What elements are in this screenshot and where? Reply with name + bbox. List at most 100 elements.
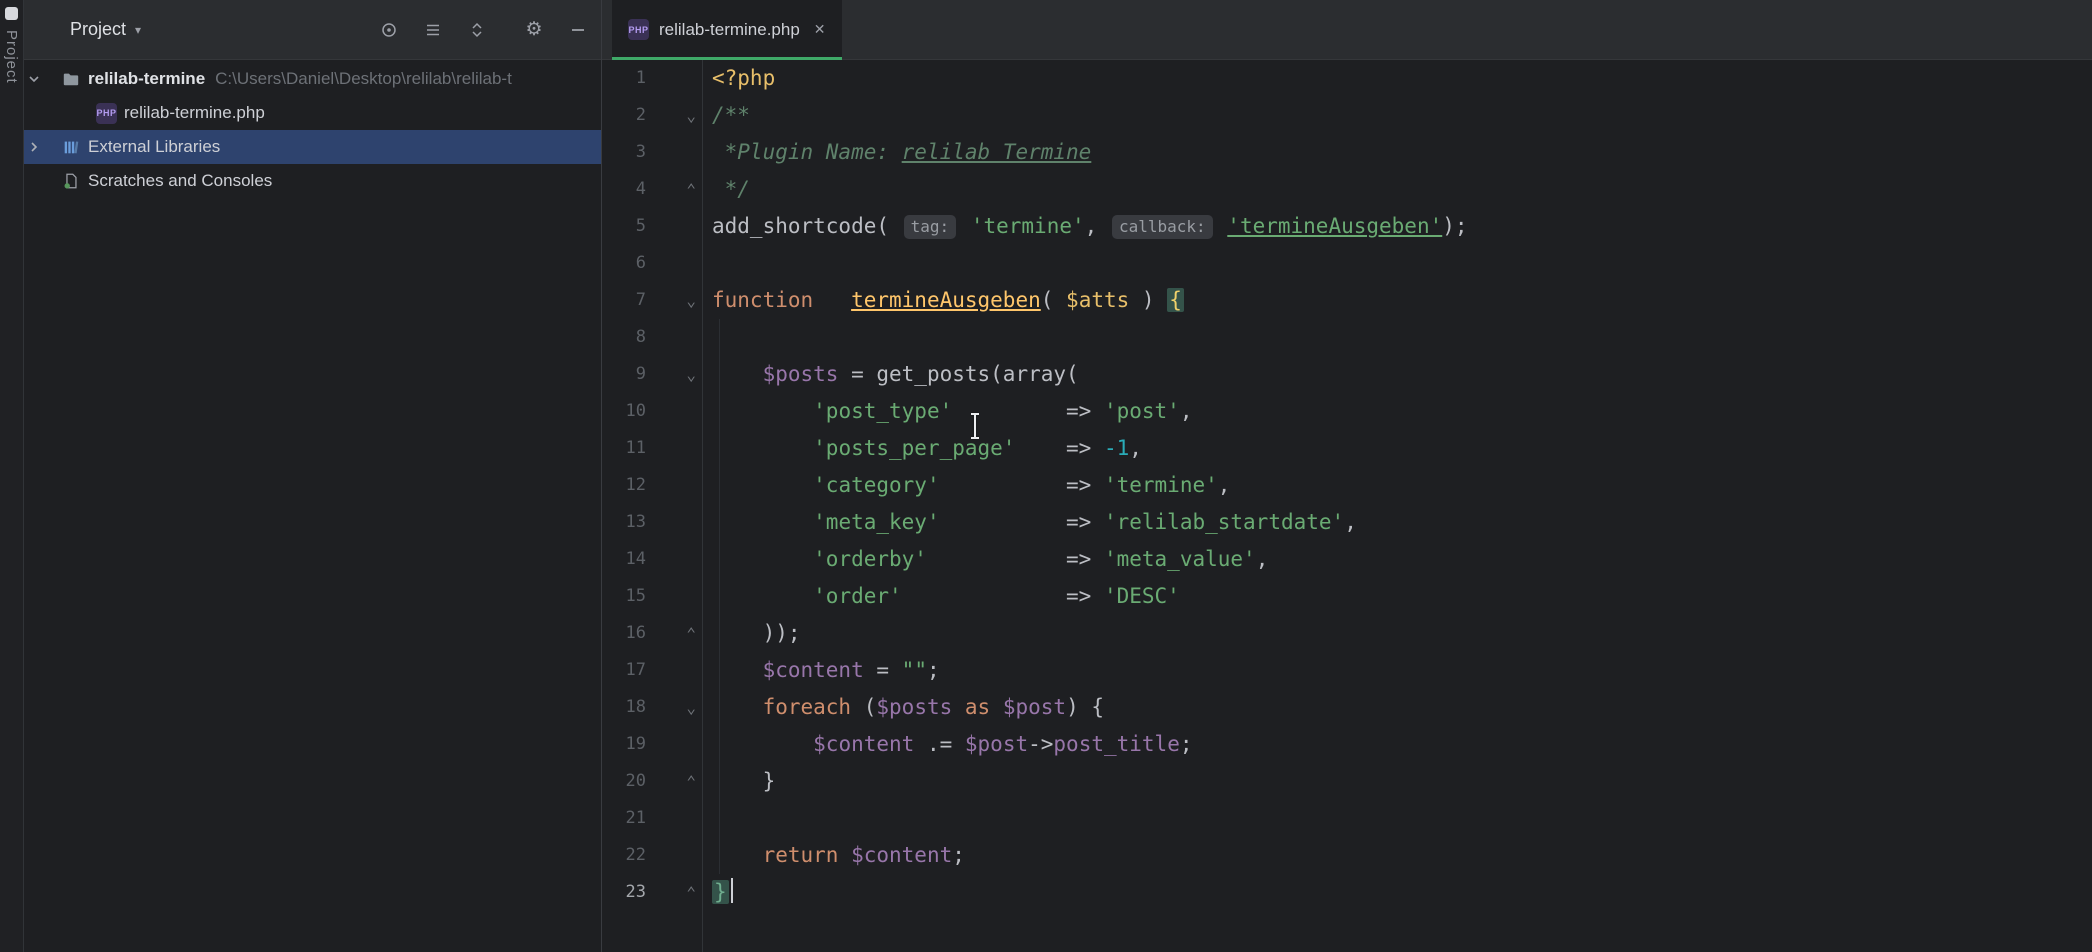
code-editor[interactable]: 1<?php2⌄/**3 *Plugin Name: relilab Termi… (602, 60, 2092, 952)
line-number[interactable]: 22 (602, 837, 646, 874)
code-token: = get_posts(array( (838, 362, 1078, 386)
code-line[interactable]: 17 $content = ""; (602, 652, 2092, 689)
line-number[interactable]: 15 (602, 578, 646, 615)
code-token: => (952, 399, 1104, 423)
line-number[interactable]: 2 (602, 97, 646, 134)
code-line[interactable]: 16⌃ )); (602, 615, 2092, 652)
code-line[interactable]: 14 'orderby' => 'meta_value', (602, 541, 2092, 578)
code-line[interactable]: 9⌄ $posts = get_posts(array( (602, 356, 2092, 393)
code-token: $content (813, 732, 914, 756)
project-dropdown[interactable]: Project ▾ (70, 19, 141, 40)
line-number[interactable]: 20 (602, 763, 646, 800)
line-number[interactable]: 14 (602, 541, 646, 578)
line-number[interactable]: 19 (602, 726, 646, 763)
close-icon[interactable]: ✕ (814, 21, 826, 38)
code-line[interactable]: 1<?php (602, 60, 2092, 97)
line-number[interactable]: 3 (602, 134, 646, 171)
code-line[interactable]: 6 (602, 245, 2092, 282)
tree-item-relilab-termine-php[interactable]: PHP relilab-termine.php (24, 96, 601, 130)
code-token: $post (1003, 695, 1066, 719)
structure-view-icon[interactable] (422, 19, 444, 41)
fold-start-icon[interactable]: ⌄ (646, 282, 702, 319)
code-line[interactable]: 19 $content .= $post->post_title; (602, 726, 2092, 763)
line-number[interactable]: 13 (602, 504, 646, 541)
fold-gutter (646, 430, 702, 467)
code-line[interactable]: 21 (602, 800, 2092, 837)
code-token: )); (712, 621, 801, 645)
fold-start-icon[interactable]: ⌄ (646, 97, 702, 134)
code-lines: 1<?php2⌄/**3 *Plugin Name: relilab Termi… (602, 60, 2092, 911)
code-token: => (1015, 436, 1104, 460)
line-number[interactable]: 11 (602, 430, 646, 467)
tree-item-external-libraries[interactable]: External Libraries (24, 130, 601, 164)
window-icon[interactable] (5, 7, 18, 20)
code-line[interactable]: 22 return $content; (602, 837, 2092, 874)
tree-item-path: C:\Users\Daniel\Desktop\relilab\relilab-… (215, 69, 512, 89)
line-number[interactable]: 12 (602, 467, 646, 504)
fold-start-icon[interactable]: ⌄ (646, 356, 702, 393)
code-token: } (712, 769, 775, 793)
code-line[interactable]: 12 'category' => 'termine', (602, 467, 2092, 504)
code-line[interactable]: 4⌃ */ (602, 171, 2092, 208)
code-line[interactable]: 23⌃} (602, 874, 2092, 911)
code-token: foreach (763, 695, 852, 719)
tab-relilab-termine-php[interactable]: PHP relilab-termine.php ✕ (612, 0, 842, 59)
code-line[interactable]: 7⌄function termineAusgeben( $atts ) { (602, 282, 2092, 319)
line-number[interactable]: 23 (602, 874, 646, 911)
locate-icon[interactable] (378, 19, 400, 41)
code-token: -1 (1104, 436, 1129, 460)
code-token: ; (927, 658, 940, 682)
code-line[interactable]: 20⌃ } (602, 763, 2092, 800)
tree-item-relilab-termine[interactable]: relilab-termine C:\Users\Daniel\Desktop\… (24, 62, 601, 96)
code-line[interactable]: 5add_shortcode( tag: 'termine', callback… (602, 208, 2092, 245)
text-caret (731, 878, 733, 903)
code-token: 'orderby' (813, 547, 927, 571)
line-number[interactable]: 17 (602, 652, 646, 689)
line-number[interactable]: 5 (602, 208, 646, 245)
code-text: 'orderby' => 'meta_value', (702, 541, 2092, 578)
code-token (952, 695, 965, 719)
fold-start-icon[interactable]: ⌄ (646, 689, 702, 726)
fold-end-icon[interactable]: ⌃ (646, 763, 702, 800)
line-number[interactable]: 7 (602, 282, 646, 319)
fold-gutter (646, 467, 702, 504)
tree-item-scratches-and-consoles[interactable]: Scratches and Consoles (24, 164, 601, 198)
line-number[interactable]: 4 (602, 171, 646, 208)
chevron-collapsed-icon[interactable] (24, 137, 44, 157)
ide-window: Project Project ▾ ⚙ (0, 0, 2092, 952)
code-line[interactable]: 10 'post_type' => 'post', (602, 393, 2092, 430)
fold-end-icon[interactable]: ⌃ (646, 171, 702, 208)
code-text: 'posts_per_page' => -1, (702, 430, 2092, 467)
editor-area: PHP relilab-termine.php ✕ 1<?php2⌄/**3 *… (602, 0, 2092, 952)
code-line[interactable]: 3 *Plugin Name: relilab Termine (602, 134, 2092, 171)
code-token: , (1218, 473, 1231, 497)
fold-gutter (646, 504, 702, 541)
line-number[interactable]: 18 (602, 689, 646, 726)
code-line[interactable]: 11 'posts_per_page' => -1, (602, 430, 2092, 467)
line-number[interactable]: 6 (602, 245, 646, 282)
fold-end-icon[interactable]: ⌃ (646, 615, 702, 652)
line-number[interactable]: 16 (602, 615, 646, 652)
code-token: 'termineAusgeben' (1227, 214, 1442, 238)
line-number[interactable]: 1 (602, 60, 646, 97)
code-line[interactable]: 8 (602, 319, 2092, 356)
tool-strip-project-button[interactable]: Project (3, 30, 20, 84)
code-line[interactable]: 2⌄/** (602, 97, 2092, 134)
chevron-expanded-icon[interactable] (24, 69, 44, 89)
code-token: termineAusgeben (851, 288, 1041, 312)
expand-collapse-icon[interactable] (466, 19, 488, 41)
fold-end-icon[interactable]: ⌃ (646, 874, 702, 911)
code-line[interactable]: 15 'order' => 'DESC' (602, 578, 2092, 615)
line-number[interactable]: 9 (602, 356, 646, 393)
tree-item-label: relilab-termine.php (124, 103, 265, 123)
code-token (712, 547, 813, 571)
line-number[interactable]: 21 (602, 800, 646, 837)
line-number[interactable]: 10 (602, 393, 646, 430)
code-line[interactable]: 18⌄ foreach ($posts as $post) { (602, 689, 2092, 726)
code-line[interactable]: 13 'meta_key' => 'relilab_startdate', (602, 504, 2092, 541)
line-number[interactable]: 8 (602, 319, 646, 356)
code-token (838, 843, 851, 867)
code-token: 'termine' (1104, 473, 1218, 497)
hide-panel-icon[interactable] (567, 19, 589, 41)
gear-icon[interactable]: ⚙ (523, 19, 545, 41)
